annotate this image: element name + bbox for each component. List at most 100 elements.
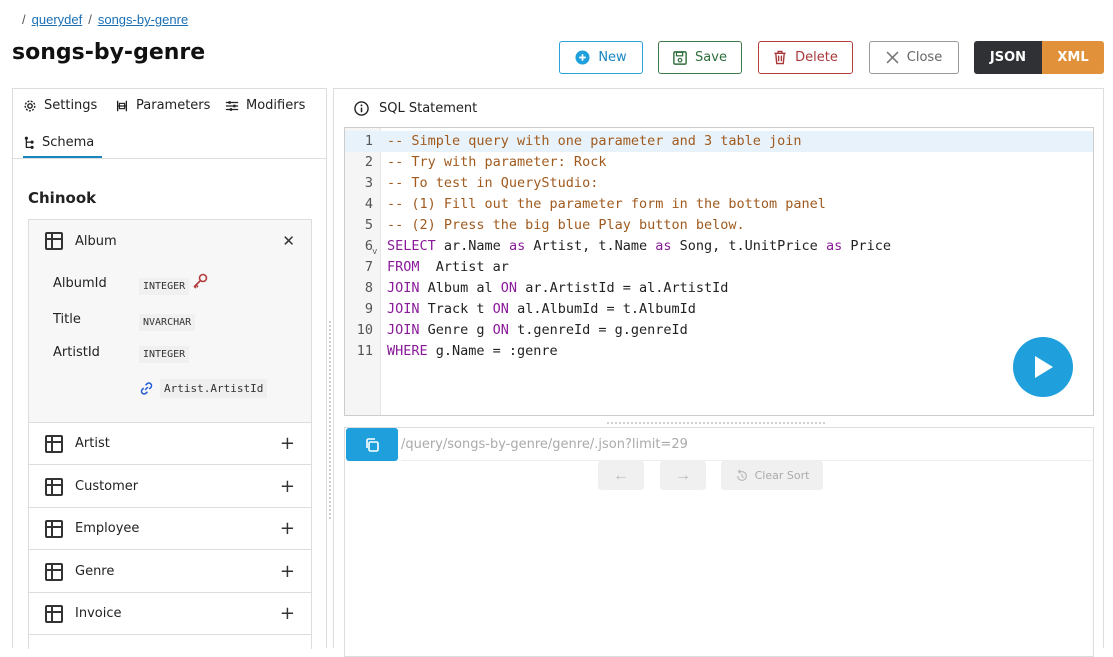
- sql-statement-header: SQL Statement: [354, 101, 477, 116]
- code-line: 8 JOIN Album al ON ar.ArtistId = al.Artis…: [345, 278, 1093, 299]
- code-line: 3 -- To test in QueryStudio:: [345, 173, 1093, 194]
- foreign-key-link[interactable]: Artist.ArtistId: [139, 379, 268, 398]
- info-icon: [354, 101, 369, 116]
- table-icon: [45, 434, 63, 453]
- code-line: 1 -- Simple query with one parameter and …: [345, 131, 1093, 152]
- run-query-button[interactable]: [1013, 337, 1073, 397]
- expand-plus-icon[interactable]: +: [280, 518, 295, 539]
- column-type: INTEGER: [139, 278, 190, 295]
- line-number: 5: [364, 217, 373, 233]
- tab-schema[interactable]: Schema: [23, 129, 103, 158]
- line-number: 6: [364, 238, 373, 254]
- column-name: AlbumId: [53, 276, 107, 291]
- sql-keyword: WHERE: [387, 343, 428, 359]
- code-text: -- (2) Press the big blue Play button be…: [387, 215, 745, 236]
- table-expanded-album: Album ✕ AlbumId INTEGER Title NVARCHAR A…: [29, 220, 311, 423]
- code-text: JOIN Track t ON al.AlbumId = t.AlbumId: [387, 299, 696, 320]
- table-row-invoice[interactable]: Invoice +: [29, 593, 311, 635]
- line-number: 4: [364, 196, 373, 212]
- table-row-artist[interactable]: Artist +: [29, 423, 311, 465]
- code-text: -- Simple query with one parameter and 3…: [387, 131, 802, 152]
- sql-keyword: JOIN: [387, 322, 420, 338]
- close-button[interactable]: Close: [869, 41, 959, 74]
- expand-plus-icon[interactable]: +: [280, 433, 295, 454]
- code-line: 11 WHERE g.Name = :genre: [345, 341, 1093, 362]
- code-text: -- Try with parameter: Rock: [387, 152, 606, 173]
- sql-keyword: as: [655, 238, 672, 254]
- prev-page-button[interactable]: ←: [598, 461, 644, 490]
- schema-icon: [24, 136, 34, 149]
- gear-icon: [24, 99, 36, 112]
- line-number: 10: [356, 322, 373, 338]
- sql-statement-label: SQL Statement: [379, 101, 478, 116]
- panel-resize-handle[interactable]: [328, 320, 332, 520]
- database-title: Chinook: [28, 189, 97, 207]
- play-icon: [1035, 356, 1053, 378]
- tab-parameters[interactable]: Parameters: [115, 98, 210, 113]
- expand-plus-icon[interactable]: +: [280, 476, 295, 497]
- floppy-disk-icon: [673, 50, 687, 65]
- sql-text: Artist ar: [419, 259, 509, 275]
- table-row-album[interactable]: Album ✕: [29, 220, 311, 262]
- table-row-genre[interactable]: Genre +: [29, 551, 311, 593]
- sliders-icon: [225, 100, 239, 111]
- sql-keyword: JOIN: [387, 280, 420, 296]
- sql-keyword: ON: [492, 322, 509, 338]
- table-name: Invoice: [75, 606, 122, 621]
- copy-url-button[interactable]: [346, 428, 398, 461]
- sql-keyword: ON: [492, 301, 509, 317]
- line-number: 1: [364, 133, 373, 149]
- delete-button[interactable]: Delete: [758, 41, 853, 74]
- sql-keyword: as: [508, 238, 526, 254]
- close-button-label: Close: [906, 50, 943, 65]
- editor-results-splitter[interactable]: [606, 421, 826, 425]
- expand-plus-icon[interactable]: +: [280, 603, 295, 624]
- sql-keyword: FROM: [387, 259, 420, 275]
- sql-text: Album al: [419, 280, 501, 296]
- sql-keyword: ON: [500, 280, 518, 296]
- primary-key-icon: [193, 273, 208, 289]
- tab-settings-label: Settings: [44, 98, 98, 113]
- right-panel: SQL Statement 1 -- Simple query with one …: [333, 88, 1104, 657]
- tab-schema-label: Schema: [42, 135, 95, 150]
- table-icon: [45, 232, 63, 250]
- column-name: Title: [53, 312, 81, 327]
- line-number: 2: [364, 154, 373, 170]
- table-name: Employee: [75, 521, 140, 536]
- table-row-employee[interactable]: Employee +: [29, 508, 311, 550]
- format-xml-button[interactable]: XML: [1042, 41, 1104, 74]
- sql-comment: -- (1) Fill out the parameter form in th…: [387, 196, 826, 212]
- sql-text: ar.Name: [435, 238, 509, 254]
- line-number: 9: [364, 301, 373, 317]
- code-text: FROM Artist ar: [387, 257, 509, 278]
- save-button[interactable]: Save: [658, 41, 742, 74]
- left-panel: Settings Parameters Modifiers Schema Chi…: [12, 88, 327, 649]
- clear-sort-button[interactable]: Clear Sort: [721, 461, 823, 490]
- plus-circle-icon: [575, 50, 590, 65]
- sql-editor[interactable]: 1 -- Simple query with one parameter and …: [344, 127, 1094, 416]
- collapse-icon[interactable]: ✕: [282, 232, 295, 250]
- table-row-customer[interactable]: Customer +: [29, 466, 311, 508]
- tab-modifiers[interactable]: Modifiers: [225, 98, 305, 113]
- table-icon: [45, 477, 63, 496]
- expand-plus-icon[interactable]: +: [280, 561, 295, 582]
- code-text: WHERE g.Name = :genre: [387, 341, 558, 362]
- sql-text: Artist, t.Name: [525, 238, 656, 254]
- breadcrumb: / querydef / songs-by-genre: [22, 12, 188, 27]
- next-page-button[interactable]: →: [660, 461, 706, 490]
- query-url-field[interactable]: /query/songs-by-genre/genre/.json?limit=…: [401, 428, 1093, 461]
- new-button[interactable]: New: [559, 41, 643, 74]
- breadcrumb-link-current[interactable]: songs-by-genre: [98, 12, 188, 27]
- tab-settings[interactable]: Settings: [23, 98, 97, 113]
- link-icon: [140, 382, 153, 395]
- foreign-key-text: Artist.ArtistId: [160, 379, 268, 398]
- close-icon: [886, 51, 899, 64]
- format-json-button[interactable]: JSON: [974, 41, 1042, 74]
- clear-sort-label: Clear Sort: [754, 469, 810, 482]
- code-text: JOIN Album al ON ar.ArtistId = al.Artist…: [387, 278, 728, 299]
- table-name: Artist: [75, 436, 110, 451]
- tab-modifiers-label: Modifiers: [246, 98, 306, 113]
- breadcrumb-link-querydef[interactable]: querydef: [32, 12, 83, 27]
- save-button-label: Save: [695, 50, 727, 65]
- sql-text: Price: [842, 238, 891, 254]
